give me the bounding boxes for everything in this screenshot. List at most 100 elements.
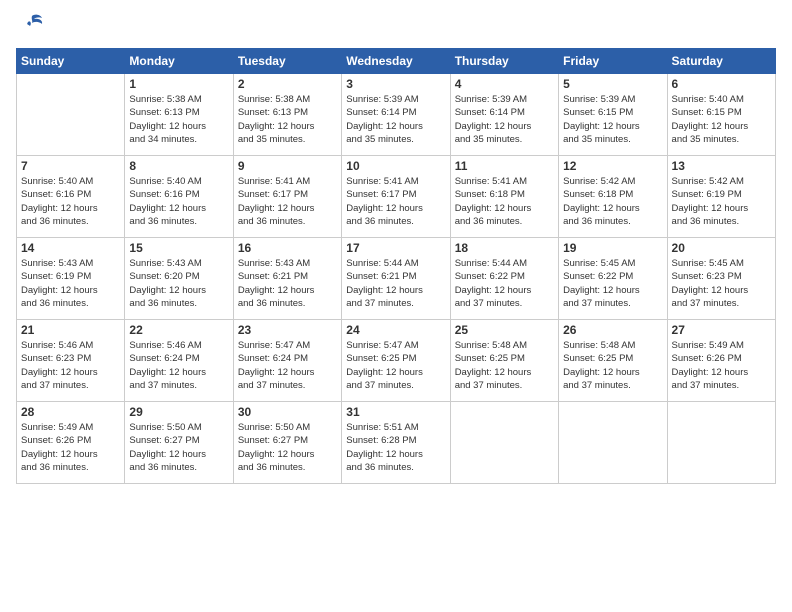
day-info: Sunrise: 5:45 AM Sunset: 6:22 PM Dayligh…: [563, 257, 662, 310]
day-number: 31: [346, 405, 445, 419]
calendar-cell: [559, 402, 667, 484]
calendar-cell: [450, 402, 558, 484]
calendar-cell: 21Sunrise: 5:46 AM Sunset: 6:23 PM Dayli…: [17, 320, 125, 402]
calendar-cell: 23 Sunrise: 5:47 AM Sunset: 6:24 PM Dayli…: [233, 320, 341, 402]
calendar-cell: 7 Sunrise: 5:40 AM Sunset: 6:16 PM Daylig…: [17, 156, 125, 238]
calendar-cell: 25 Sunrise: 5:48 AM Sunset: 6:25 PM Dayli…: [450, 320, 558, 402]
day-info: Sunrise: 5:41 AM Sunset: 6:17 PM Dayligh…: [238, 175, 337, 228]
day-info: Sunrise: 5:47 AM Sunset: 6:25 PM Dayligh…: [346, 339, 445, 392]
calendar-cell: 17 Sunrise: 5:44 AM Sunset: 6:21 PM Dayli…: [342, 238, 450, 320]
calendar-cell: 18Sunrise: 5:44 AM Sunset: 6:22 PM Dayli…: [450, 238, 558, 320]
calendar-cell: 5 Sunrise: 5:39 AM Sunset: 6:15 PM Daylig…: [559, 74, 667, 156]
day-info: Sunrise: 5:42 AM Sunset: 6:18 PM Dayligh…: [563, 175, 662, 228]
day-number: 18: [455, 241, 554, 255]
page-container: SundayMondayTuesdayWednesdayThursdayFrid…: [0, 0, 792, 612]
day-info: Sunrise: 5:43 AM Sunset: 6:21 PM Dayligh…: [238, 257, 337, 310]
day-number: 29: [129, 405, 228, 419]
day-number: 30: [238, 405, 337, 419]
day-number: 16: [238, 241, 337, 255]
day-number: 5: [563, 77, 662, 91]
day-info: Sunrise: 5:38 AM Sunset: 6:13 PM Dayligh…: [129, 93, 228, 146]
calendar-cell: 27 Sunrise: 5:49 AM Sunset: 6:26 PM Dayli…: [667, 320, 775, 402]
logo: [16, 16, 46, 38]
weekday-header: Monday: [125, 49, 233, 74]
calendar-cell: 10Sunrise: 5:41 AM Sunset: 6:17 PM Dayli…: [342, 156, 450, 238]
day-info: Sunrise: 5:43 AM Sunset: 6:20 PM Dayligh…: [129, 257, 228, 310]
calendar-row: 21Sunrise: 5:46 AM Sunset: 6:23 PM Dayli…: [17, 320, 776, 402]
day-info: Sunrise: 5:50 AM Sunset: 6:27 PM Dayligh…: [129, 421, 228, 474]
day-info: Sunrise: 5:40 AM Sunset: 6:15 PM Dayligh…: [672, 93, 771, 146]
weekday-header: Sunday: [17, 49, 125, 74]
calendar-cell: [667, 402, 775, 484]
day-number: 14: [21, 241, 120, 255]
day-info: Sunrise: 5:38 AM Sunset: 6:13 PM Dayligh…: [238, 93, 337, 146]
calendar-body: 1 Sunrise: 5:38 AM Sunset: 6:13 PM Daylig…: [17, 74, 776, 484]
day-number: 21: [21, 323, 120, 337]
day-info: Sunrise: 5:44 AM Sunset: 6:21 PM Dayligh…: [346, 257, 445, 310]
day-number: 4: [455, 77, 554, 91]
calendar-cell: 20 Sunrise: 5:45 AM Sunset: 6:23 PM Dayli…: [667, 238, 775, 320]
day-info: Sunrise: 5:42 AM Sunset: 6:19 PM Dayligh…: [672, 175, 771, 228]
calendar-cell: 6 Sunrise: 5:40 AM Sunset: 6:15 PM Daylig…: [667, 74, 775, 156]
calendar-cell: 30 Sunrise: 5:50 AM Sunset: 6:27 PM Dayli…: [233, 402, 341, 484]
weekday-header: Saturday: [667, 49, 775, 74]
day-info: Sunrise: 5:50 AM Sunset: 6:27 PM Dayligh…: [238, 421, 337, 474]
day-info: Sunrise: 5:40 AM Sunset: 6:16 PM Dayligh…: [21, 175, 120, 228]
day-number: 12: [563, 159, 662, 173]
calendar-cell: 9Sunrise: 5:41 AM Sunset: 6:17 PM Daylig…: [233, 156, 341, 238]
calendar-row: 14 Sunrise: 5:43 AM Sunset: 6:19 PM Dayli…: [17, 238, 776, 320]
calendar-cell: [17, 74, 125, 156]
calendar-cell: 11 Sunrise: 5:41 AM Sunset: 6:18 PM Dayli…: [450, 156, 558, 238]
day-number: 17: [346, 241, 445, 255]
day-info: Sunrise: 5:41 AM Sunset: 6:18 PM Dayligh…: [455, 175, 554, 228]
day-number: 20: [672, 241, 771, 255]
weekday-header: Wednesday: [342, 49, 450, 74]
calendar-cell: 8Sunrise: 5:40 AM Sunset: 6:16 PM Daylig…: [125, 156, 233, 238]
day-info: Sunrise: 5:51 AM Sunset: 6:28 PM Dayligh…: [346, 421, 445, 474]
calendar-cell: 24 Sunrise: 5:47 AM Sunset: 6:25 PM Dayli…: [342, 320, 450, 402]
day-number: 26: [563, 323, 662, 337]
day-info: Sunrise: 5:47 AM Sunset: 6:24 PM Dayligh…: [238, 339, 337, 392]
day-number: 23: [238, 323, 337, 337]
day-info: Sunrise: 5:49 AM Sunset: 6:26 PM Dayligh…: [21, 421, 120, 474]
calendar-cell: 26 Sunrise: 5:48 AM Sunset: 6:25 PM Dayli…: [559, 320, 667, 402]
calendar-cell: 22Sunrise: 5:46 AM Sunset: 6:24 PM Dayli…: [125, 320, 233, 402]
calendar-cell: 14 Sunrise: 5:43 AM Sunset: 6:19 PM Dayli…: [17, 238, 125, 320]
day-number: 11: [455, 159, 554, 173]
calendar-table: SundayMondayTuesdayWednesdayThursdayFrid…: [16, 48, 776, 484]
calendar-cell: 12 Sunrise: 5:42 AM Sunset: 6:18 PM Dayli…: [559, 156, 667, 238]
calendar-row: 1 Sunrise: 5:38 AM Sunset: 6:13 PM Daylig…: [17, 74, 776, 156]
day-info: Sunrise: 5:39 AM Sunset: 6:14 PM Dayligh…: [346, 93, 445, 146]
day-info: Sunrise: 5:48 AM Sunset: 6:25 PM Dayligh…: [563, 339, 662, 392]
calendar-row: 28 Sunrise: 5:49 AM Sunset: 6:26 PM Dayli…: [17, 402, 776, 484]
day-number: 25: [455, 323, 554, 337]
day-number: 8: [129, 159, 228, 173]
day-info: Sunrise: 5:39 AM Sunset: 6:15 PM Dayligh…: [563, 93, 662, 146]
day-number: 6: [672, 77, 771, 91]
day-number: 3: [346, 77, 445, 91]
calendar-cell: 16 Sunrise: 5:43 AM Sunset: 6:21 PM Dayli…: [233, 238, 341, 320]
day-number: 27: [672, 323, 771, 337]
day-info: Sunrise: 5:45 AM Sunset: 6:23 PM Dayligh…: [672, 257, 771, 310]
logo-bird-icon: [18, 12, 46, 40]
weekday-header: Tuesday: [233, 49, 341, 74]
page-header: [16, 16, 776, 38]
calendar-row: 7 Sunrise: 5:40 AM Sunset: 6:16 PM Daylig…: [17, 156, 776, 238]
day-number: 7: [21, 159, 120, 173]
day-number: 2: [238, 77, 337, 91]
calendar-cell: 31 Sunrise: 5:51 AM Sunset: 6:28 PM Dayli…: [342, 402, 450, 484]
day-number: 10: [346, 159, 445, 173]
day-number: 13: [672, 159, 771, 173]
day-info: Sunrise: 5:49 AM Sunset: 6:26 PM Dayligh…: [672, 339, 771, 392]
calendar-cell: 15 Sunrise: 5:43 AM Sunset: 6:20 PM Dayli…: [125, 238, 233, 320]
calendar-cell: 2 Sunrise: 5:38 AM Sunset: 6:13 PM Daylig…: [233, 74, 341, 156]
day-number: 24: [346, 323, 445, 337]
day-info: Sunrise: 5:48 AM Sunset: 6:25 PM Dayligh…: [455, 339, 554, 392]
day-info: Sunrise: 5:43 AM Sunset: 6:19 PM Dayligh…: [21, 257, 120, 310]
day-info: Sunrise: 5:39 AM Sunset: 6:14 PM Dayligh…: [455, 93, 554, 146]
day-number: 28: [21, 405, 120, 419]
calendar-cell: 1 Sunrise: 5:38 AM Sunset: 6:13 PM Daylig…: [125, 74, 233, 156]
day-number: 1: [129, 77, 228, 91]
day-number: 15: [129, 241, 228, 255]
day-number: 19: [563, 241, 662, 255]
